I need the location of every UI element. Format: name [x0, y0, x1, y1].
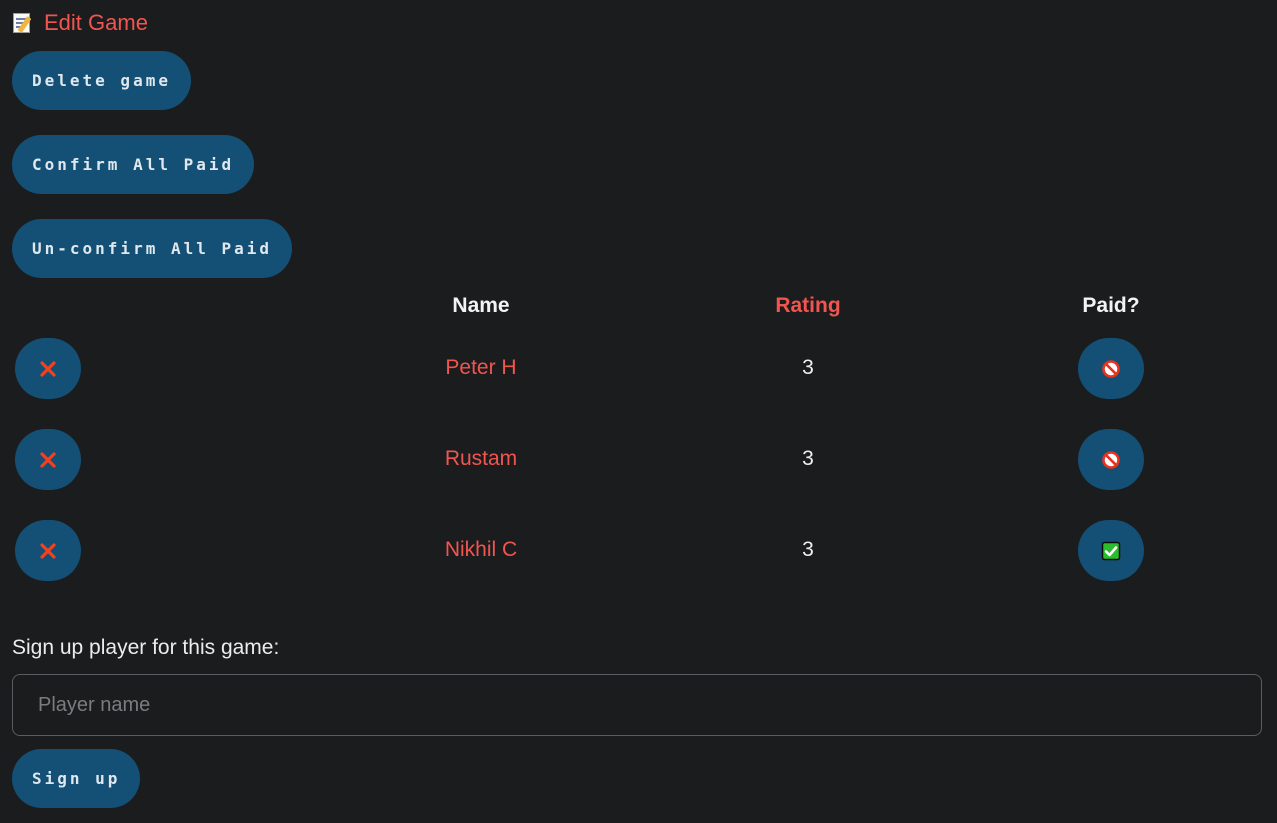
- check-mark-icon: [1101, 541, 1121, 560]
- column-header-rating[interactable]: Rating: [775, 294, 840, 318]
- table-row: Nikhil C 3: [0, 520, 1277, 582]
- memo-icon: [12, 11, 34, 35]
- remove-player-button[interactable]: [15, 338, 81, 399]
- page-header: Edit Game: [12, 10, 148, 36]
- column-header-paid: Paid?: [1082, 294, 1140, 317]
- cross-mark-icon: [40, 451, 56, 468]
- prohibited-icon: [1102, 450, 1120, 469]
- column-header-name: Name: [452, 294, 510, 317]
- delete-game-button[interactable]: Delete game: [12, 51, 191, 110]
- toggle-paid-button[interactable]: [1078, 520, 1144, 581]
- edit-game-page: Edit Game Delete game Confirm All Paid U…: [0, 0, 1277, 823]
- cross-mark-icon: [40, 542, 56, 559]
- player-rating: 3: [802, 538, 814, 561]
- player-rating: 3: [802, 356, 814, 379]
- player-name[interactable]: Nikhil C: [445, 538, 517, 562]
- remove-player-button[interactable]: [15, 429, 81, 490]
- cross-mark-icon: [40, 360, 56, 377]
- page-title: Edit Game: [44, 10, 148, 35]
- table-row: Rustam 3: [0, 429, 1277, 491]
- prohibited-icon: [1102, 359, 1120, 378]
- player-rating: 3: [802, 447, 814, 470]
- sign-up-button[interactable]: Sign up: [12, 749, 141, 808]
- confirm-all-paid-button[interactable]: Confirm All Paid: [12, 135, 255, 194]
- remove-player-button[interactable]: [15, 520, 81, 581]
- player-name-input[interactable]: [12, 674, 1262, 736]
- table-row: Peter H 3: [0, 338, 1277, 400]
- player-name[interactable]: Peter H: [445, 356, 516, 380]
- signup-label: Sign up player for this game:: [12, 636, 280, 659]
- toggle-paid-button[interactable]: [1078, 338, 1144, 399]
- toggle-paid-button[interactable]: [1078, 429, 1144, 490]
- player-name[interactable]: Rustam: [445, 447, 517, 471]
- unconfirm-all-paid-button[interactable]: Un-confirm All Paid: [12, 219, 293, 278]
